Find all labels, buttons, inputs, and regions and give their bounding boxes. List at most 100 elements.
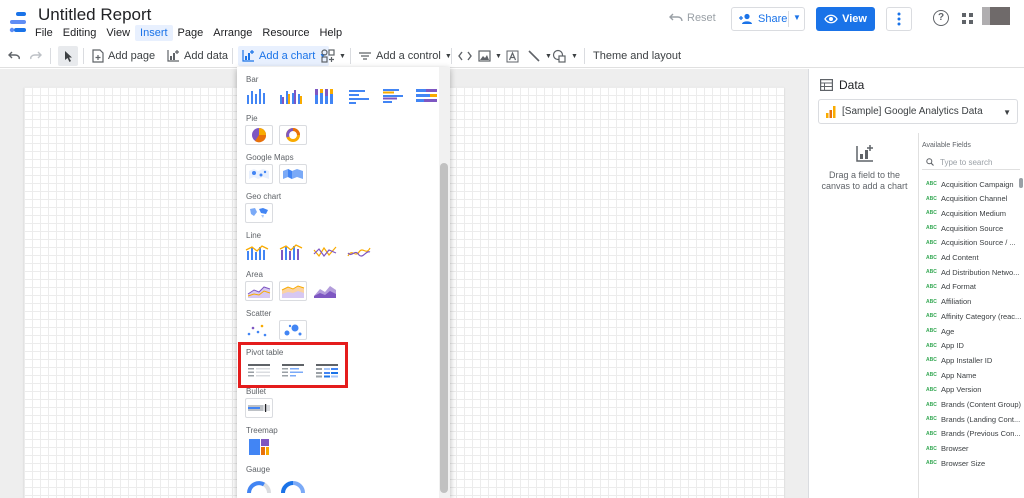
- field-item[interactable]: ABC Affiliation: [926, 297, 971, 307]
- grouped-bar-chart-option[interactable]: [379, 86, 407, 106]
- field-item[interactable]: ABC App Name: [926, 370, 976, 380]
- image-button[interactable]: ▼: [478, 46, 502, 66]
- bubble-chart-option[interactable]: [279, 320, 307, 340]
- menu-editing[interactable]: Editing: [58, 25, 102, 41]
- embed-url-button[interactable]: [458, 46, 472, 66]
- menu-resource[interactable]: Resource: [257, 25, 314, 41]
- field-item[interactable]: ABC Brands (Content Group): [926, 400, 1021, 410]
- reset-button[interactable]: Reset: [669, 12, 716, 24]
- field-item[interactable]: ABC Browser: [926, 444, 969, 454]
- line-button[interactable]: ▼: [527, 46, 552, 66]
- menu-view[interactable]: View: [101, 25, 135, 41]
- drag-field-hint: Drag a field to the canvas to add a char…: [812, 140, 917, 192]
- field-item[interactable]: ABC Brands (Previous Con...: [926, 429, 1021, 439]
- smoothed-line-chart-option[interactable]: [345, 242, 373, 262]
- account-avatar[interactable]: [982, 7, 1010, 25]
- community-viz-button[interactable]: ▼: [321, 46, 346, 66]
- field-item[interactable]: ABC Ad Distribution Netwo...: [926, 267, 1019, 277]
- menu-help[interactable]: Help: [314, 25, 347, 41]
- field-item[interactable]: ABC App Version: [926, 385, 981, 395]
- column-chart-option[interactable]: [243, 86, 271, 106]
- add-data-button[interactable]: Add data: [166, 46, 228, 66]
- add-control-button[interactable]: Add a control ▼: [358, 46, 452, 66]
- stacked-combo-chart-option[interactable]: [277, 242, 305, 262]
- text-button[interactable]: [506, 46, 519, 66]
- grouped-bar-chart-icon: [383, 89, 403, 103]
- text-type-icon: ABC: [926, 254, 937, 261]
- geo-chart-option[interactable]: [245, 203, 273, 223]
- field-item[interactable]: ABC Browser Size: [926, 458, 985, 468]
- pie-chart-option[interactable]: [245, 125, 273, 145]
- select-tool-button[interactable]: [58, 46, 78, 66]
- field-item[interactable]: ABC App Installer ID: [926, 355, 992, 365]
- text-type-icon: ABC: [926, 195, 937, 202]
- text-icon: [506, 50, 519, 62]
- theme-layout-label: Theme and layout: [593, 50, 682, 62]
- treemap-option[interactable]: [245, 437, 273, 457]
- add-control-label: Add a control: [376, 50, 441, 62]
- stacked-area-chart-option[interactable]: [279, 281, 307, 301]
- treemap-icon: [249, 439, 269, 455]
- menu-page[interactable]: Page: [173, 25, 209, 41]
- cursor-icon: [64, 50, 72, 62]
- field-item[interactable]: ABC App ID: [926, 341, 964, 351]
- menu-arrange[interactable]: Arrange: [208, 25, 257, 41]
- share-button[interactable]: Share ▼: [731, 7, 805, 31]
- more-options-button[interactable]: [886, 7, 912, 31]
- apps-grid-icon[interactable]: [962, 13, 973, 24]
- gauge-with-ranges-option[interactable]: [279, 477, 307, 497]
- menu-bar: File Editing View Insert Page Arrange Re…: [30, 25, 347, 41]
- text-type-icon: ABC: [926, 225, 937, 232]
- bubble-map-option[interactable]: [245, 164, 273, 184]
- field-item[interactable]: ABC Ad Format: [926, 282, 976, 292]
- toolbar: Add page Add data Add a chart ▼ ▼ Add a …: [0, 44, 1024, 68]
- reset-label: Reset: [687, 12, 716, 24]
- gauge-ranges-icon: [281, 481, 305, 494]
- field-name: Acquisition Channel: [941, 194, 1008, 204]
- field-name: Acquisition Source / ...: [941, 238, 1016, 248]
- bar-chart-option[interactable]: [345, 86, 373, 106]
- share-dropdown-icon[interactable]: ▼: [793, 13, 801, 22]
- theme-layout-button[interactable]: Theme and layout: [593, 46, 681, 66]
- menu-file[interactable]: File: [30, 25, 58, 41]
- donut-chart-option[interactable]: [279, 125, 307, 145]
- shape-button[interactable]: ▼: [552, 46, 578, 66]
- help-icon[interactable]: ?: [933, 10, 949, 26]
- percent-area-chart-option[interactable]: [311, 281, 339, 301]
- bullet-chart-option[interactable]: [245, 398, 273, 418]
- field-item[interactable]: ABC Ad Content: [926, 253, 979, 263]
- add-chart-button[interactable]: Add a chart ▼: [238, 46, 330, 66]
- redo-button[interactable]: [30, 46, 42, 66]
- data-source-selector[interactable]: [Sample] Google Analytics Data ▼: [818, 99, 1018, 124]
- menu-insert[interactable]: Insert: [135, 25, 173, 41]
- field-item[interactable]: ABC Acquisition Source / ...: [926, 238, 1016, 248]
- area-chart-option[interactable]: [245, 281, 273, 301]
- filled-map-option[interactable]: [279, 164, 307, 184]
- field-item[interactable]: ABC Acquisition Medium: [926, 208, 1006, 218]
- field-item[interactable]: ABC Affinity Category (reac...: [926, 311, 1021, 321]
- stacked-column-chart-option[interactable]: [311, 86, 339, 106]
- undo-button[interactable]: [8, 46, 20, 66]
- field-item[interactable]: ABC Age: [926, 326, 954, 336]
- field-item[interactable]: ABC Acquisition Channel: [926, 194, 1007, 204]
- view-button[interactable]: View: [816, 7, 875, 31]
- report-title[interactable]: Untitled Report: [38, 5, 151, 25]
- shape-icon: [552, 49, 566, 63]
- grouped-column-chart-option[interactable]: [277, 86, 305, 106]
- code-icon: [458, 51, 472, 61]
- field-search-input[interactable]: Type to search: [922, 155, 1020, 170]
- add-page-button[interactable]: Add page: [92, 46, 155, 66]
- combo-chart-option[interactable]: [243, 242, 271, 262]
- add-chart-icon: [855, 145, 873, 162]
- field-item[interactable]: ABC Brands (Landing Cont...: [926, 414, 1020, 424]
- stacked-bar-chart-option[interactable]: [413, 86, 441, 106]
- scatter-chart-option[interactable]: [243, 320, 271, 340]
- gauge-icon: [247, 481, 271, 494]
- field-item[interactable]: ABC Acquisition Campaign: [926, 179, 1014, 189]
- field-list-scroll-thumb[interactable]: [1019, 178, 1023, 188]
- field-item[interactable]: ABC Acquisition Source: [926, 223, 1003, 233]
- time-series-chart-option[interactable]: [311, 242, 339, 262]
- gauge-option[interactable]: [245, 477, 273, 497]
- chart-menu-scroll-thumb[interactable]: [440, 163, 448, 493]
- text-type-icon: ABC: [926, 283, 937, 290]
